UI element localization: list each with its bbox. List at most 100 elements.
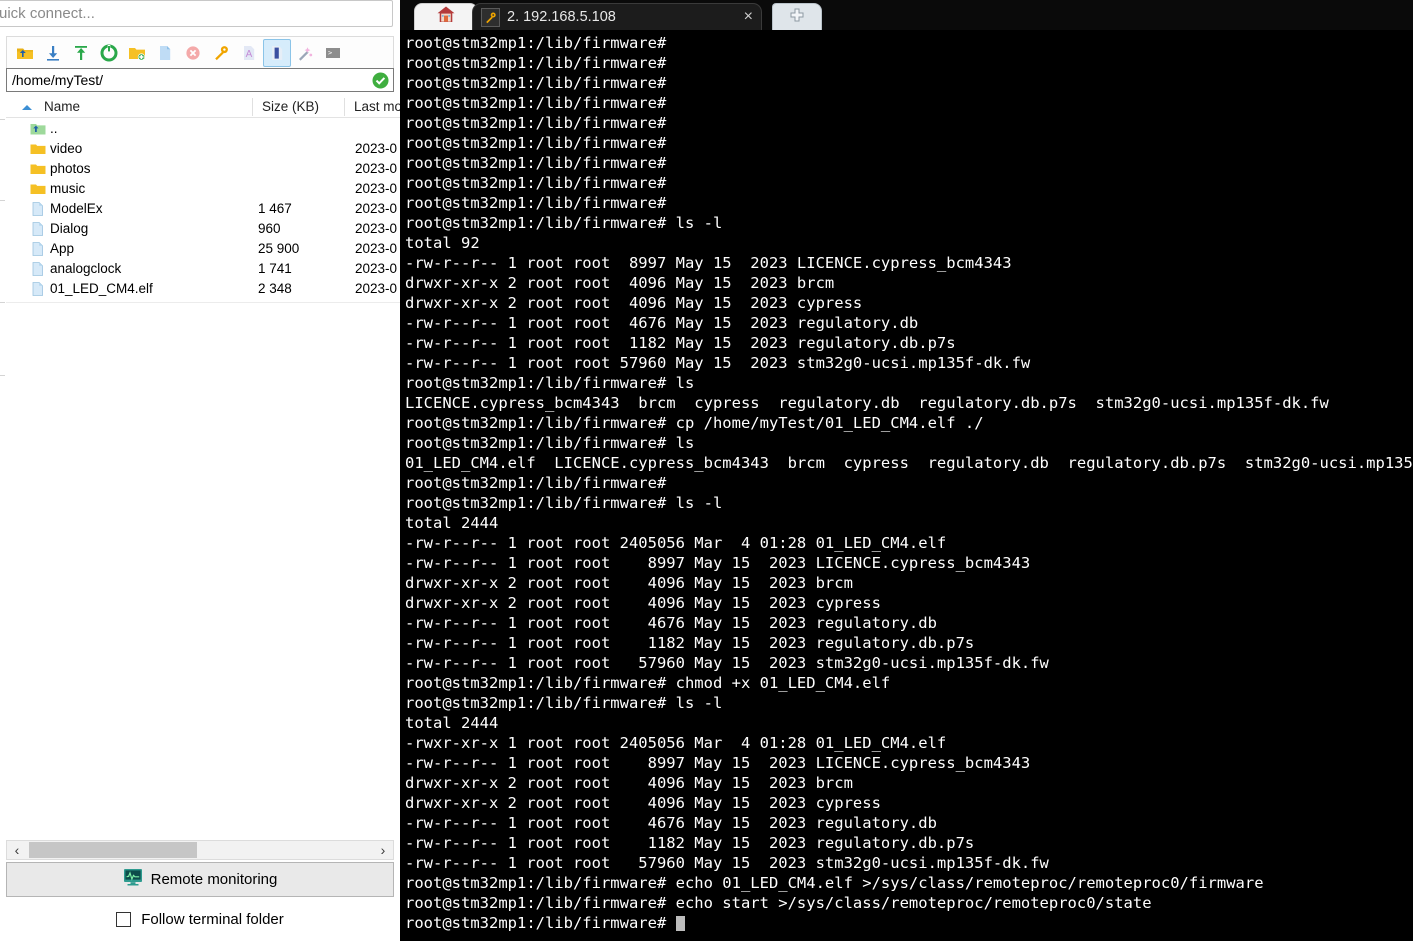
terminal-line: -rw-r--r-- 1 root root 57960 May 15 2023… bbox=[405, 654, 1049, 672]
terminal-line: root@stm32mp1:/lib/firmware# ls -l bbox=[405, 494, 723, 512]
terminal-line: -rw-r--r-- 1 root root 1182 May 15 2023 … bbox=[405, 334, 956, 352]
terminal-line: root@stm32mp1:/lib/firmware# bbox=[405, 194, 667, 212]
file-list-column-header: Name Size (KB) Last mo bbox=[6, 96, 400, 118]
folder-icon bbox=[30, 141, 46, 157]
terminal-line: LICENCE.cypress_bcm4343 brcm cypress reg… bbox=[405, 394, 1329, 412]
permissions-key-icon[interactable] bbox=[207, 39, 235, 67]
sftp-terminal-window: uick connect... A > /home/myTest/ Name S… bbox=[0, 0, 1413, 941]
horizontal-scrollbar[interactable]: ‹ › bbox=[6, 840, 394, 860]
scrollbar-thumb[interactable] bbox=[29, 842, 197, 858]
terminal-line: root@stm32mp1:/lib/firmware# bbox=[405, 174, 667, 192]
column-header-name[interactable]: Name bbox=[44, 99, 80, 114]
new-tab-button[interactable] bbox=[772, 3, 822, 30]
terminal-line: root@stm32mp1:/lib/firmware# bbox=[405, 474, 667, 492]
scroll-right-arrow[interactable]: › bbox=[373, 841, 393, 859]
svg-text:>: > bbox=[328, 49, 332, 57]
remote-path-input[interactable]: /home/myTest/ bbox=[6, 68, 394, 92]
terminal-line: root@stm32mp1:/lib/firmware# bbox=[405, 154, 667, 172]
list-item[interactable]: music 2023-0 bbox=[6, 179, 400, 199]
column-header-modified[interactable]: Last mo bbox=[354, 99, 400, 114]
terminal-line: total 2444 bbox=[405, 714, 499, 732]
terminal-line: drwxr-xr-x 2 root root 4096 May 15 2023 … bbox=[405, 274, 835, 292]
gutter-divider bbox=[0, 200, 5, 201]
file-icon bbox=[30, 241, 46, 257]
list-item-size: 1 467 bbox=[258, 201, 292, 216]
terminal-line: -rw-r--r-- 1 root root 57960 May 15 2023… bbox=[405, 354, 1031, 372]
file-icon bbox=[30, 221, 46, 237]
list-item[interactable]: App 25 900 2023-0 bbox=[6, 239, 400, 259]
list-item[interactable]: ModelEx 1 467 2023-0 bbox=[6, 199, 400, 219]
terminal-line: root@stm32mp1:/lib/firmware# bbox=[405, 134, 667, 152]
list-item-size: 960 bbox=[258, 221, 281, 236]
list-item-name: Dialog bbox=[50, 221, 89, 236]
terminal-tab-bar: 2. 192.168.5.108 × bbox=[400, 0, 1413, 30]
list-item[interactable]: analogclock 1 741 2023-0 bbox=[6, 259, 400, 279]
text-mode-icon[interactable]: A bbox=[235, 39, 263, 67]
key-icon bbox=[481, 7, 500, 27]
upload-icon[interactable] bbox=[67, 39, 95, 67]
parent-folder-icon[interactable] bbox=[11, 39, 39, 67]
remote-path-value: /home/myTest/ bbox=[12, 72, 104, 88]
terminal-line: -rw-r--r-- 1 root root 1182 May 15 2023 … bbox=[405, 634, 975, 652]
terminal-line: -rwxr-xr-x 1 root root 2405056 Mar 4 01:… bbox=[405, 734, 947, 752]
terminal-line: drwxr-xr-x 2 root root 4096 May 15 2023 … bbox=[405, 594, 881, 612]
binary-mode-icon[interactable] bbox=[263, 38, 291, 67]
list-item-name: .. bbox=[50, 121, 58, 136]
home-tab[interactable] bbox=[414, 3, 478, 30]
terminal-line: -rw-r--r-- 1 root root 1182 May 15 2023 … bbox=[405, 834, 975, 852]
list-item[interactable]: video 2023-0 bbox=[6, 139, 400, 159]
parent-dir-icon bbox=[30, 121, 46, 137]
terminal-line: -rw-r--r-- 1 root root 8997 May 15 2023 … bbox=[405, 554, 1031, 572]
new-file-icon[interactable] bbox=[151, 39, 179, 67]
refresh-icon[interactable] bbox=[95, 39, 123, 67]
list-item[interactable]: photos 2023-0 bbox=[6, 159, 400, 179]
file-list[interactable]: .. video 2023-0 photos 2023-0 music 2023… bbox=[6, 119, 400, 302]
list-item[interactable]: .. bbox=[6, 119, 400, 139]
terminal-output: root@stm32mp1:/lib/firmware# root@stm32mp… bbox=[405, 33, 1413, 933]
terminal-line: root@stm32mp1:/lib/firmware# bbox=[405, 114, 667, 132]
list-item-name: 01_LED_CM4.elf bbox=[50, 281, 153, 296]
sort-asc-icon[interactable] bbox=[22, 105, 32, 110]
terminal-line: -rw-r--r-- 1 root root 57960 May 15 2023… bbox=[405, 854, 1049, 872]
terminal-icon[interactable]: > bbox=[319, 39, 347, 67]
scroll-left-arrow[interactable]: ‹ bbox=[7, 841, 27, 859]
terminal-line: -rw-r--r-- 1 root root 4676 May 15 2023 … bbox=[405, 314, 919, 332]
column-divider-2[interactable] bbox=[344, 98, 345, 116]
remote-monitoring-label: Remote monitoring bbox=[150, 871, 278, 888]
list-item-name: App bbox=[50, 241, 75, 256]
follow-terminal-folder-checkbox[interactable]: Follow terminal folder bbox=[6, 902, 394, 936]
checkbox-box[interactable] bbox=[116, 911, 132, 927]
column-divider-1[interactable] bbox=[252, 98, 253, 116]
terminal-prompt-text: root@stm32mp1:/lib/firmware# bbox=[405, 914, 676, 932]
new-folder-icon[interactable] bbox=[123, 39, 151, 67]
list-item-size: 1 741 bbox=[258, 261, 292, 276]
quick-connect-bar[interactable]: uick connect... bbox=[0, 0, 393, 27]
terminal-line: root@stm32mp1:/lib/firmware# echo start … bbox=[405, 894, 1152, 912]
list-item-modified: 2023-0 bbox=[355, 141, 398, 156]
list-item-name: video bbox=[50, 141, 83, 156]
terminal-screen[interactable]: root@stm32mp1:/lib/firmware# root@stm32mp… bbox=[400, 30, 1413, 941]
remote-monitoring-button[interactable]: Remote monitoring bbox=[6, 862, 394, 897]
follow-terminal-folder-label: Follow terminal folder bbox=[141, 910, 284, 928]
terminal-line: drwxr-xr-x 2 root root 4096 May 15 2023 … bbox=[405, 774, 853, 792]
close-icon[interactable]: × bbox=[744, 9, 753, 25]
terminal-line: root@stm32mp1:/lib/firmware# bbox=[405, 54, 667, 72]
terminal-line: -rw-r--r-- 1 root root 2405056 Mar 4 01:… bbox=[405, 534, 947, 552]
gutter-divider bbox=[0, 119, 5, 120]
session-tab[interactable]: 2. 192.168.5.108 × bbox=[472, 3, 762, 30]
delete-icon[interactable] bbox=[179, 39, 207, 67]
terminal-cursor bbox=[675, 916, 685, 931]
gutter-divider bbox=[0, 375, 5, 376]
list-item[interactable]: Dialog 960 2023-0 bbox=[6, 219, 400, 239]
sftp-file-browser-panel: uick connect... A > /home/myTest/ Name S… bbox=[0, 0, 400, 941]
file-icon bbox=[30, 281, 46, 297]
magic-wand-icon[interactable] bbox=[291, 39, 319, 67]
terminal-line: root@stm32mp1:/lib/firmware# bbox=[405, 94, 667, 112]
terminal-line: root@stm32mp1:/lib/firmware# chmod +x 01… bbox=[405, 674, 891, 692]
gutter-divider bbox=[0, 302, 5, 303]
terminal-line: -rw-r--r-- 1 root root 8997 May 15 2023 … bbox=[405, 254, 1012, 272]
file-list-empty-area[interactable] bbox=[6, 302, 400, 836]
download-icon[interactable] bbox=[39, 39, 67, 67]
column-header-size[interactable]: Size (KB) bbox=[262, 99, 319, 114]
list-item[interactable]: 01_LED_CM4.elf 2 348 2023-0 bbox=[6, 279, 400, 299]
